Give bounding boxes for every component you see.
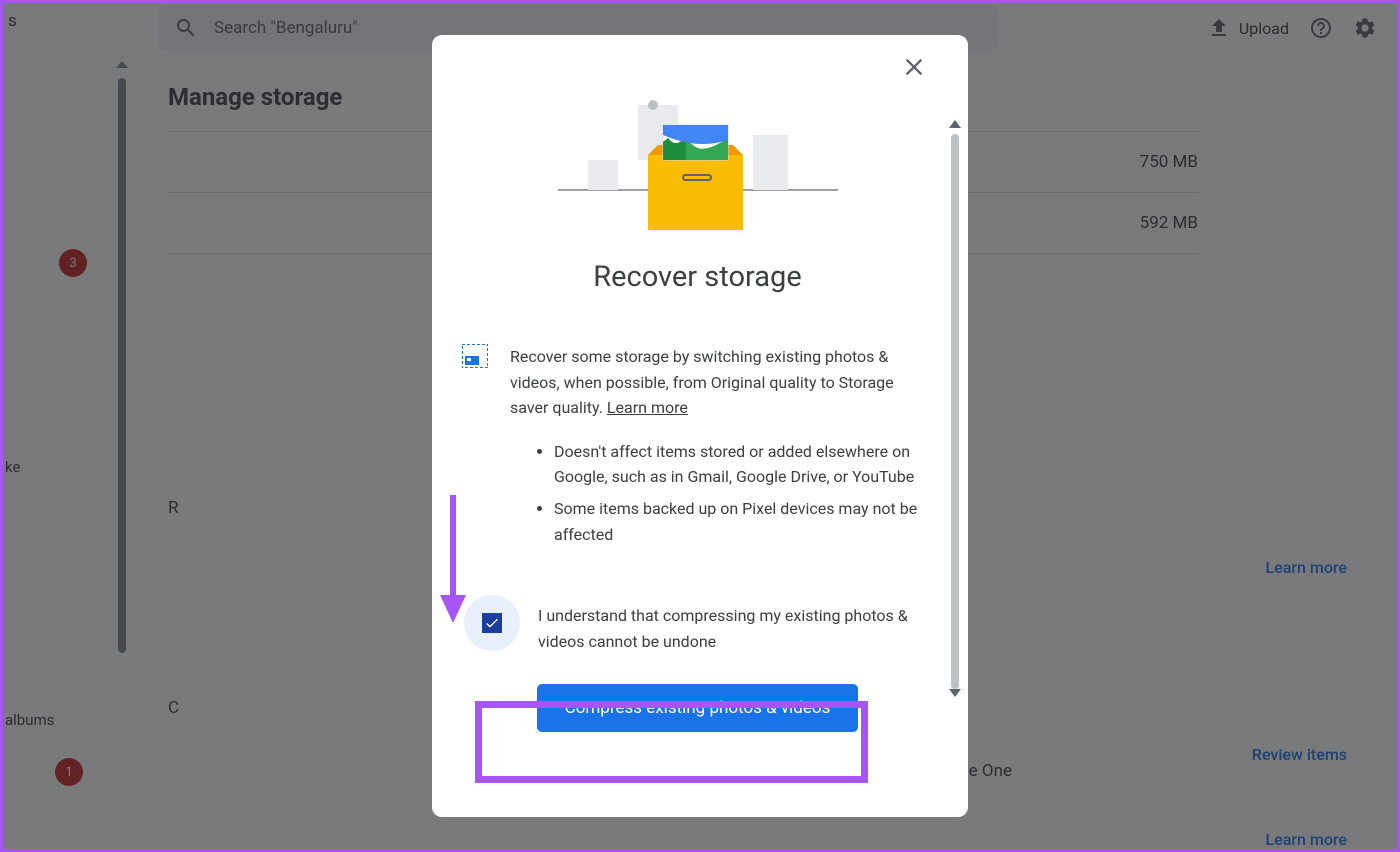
- storage-illustration: [462, 100, 933, 230]
- bullet-2: Some items backed up on Pixel devices ma…: [554, 496, 933, 547]
- checkmark-icon: [484, 615, 500, 631]
- modal-overlay: Recover storage Recover some storage by …: [3, 3, 1397, 849]
- bullet-1: Doesn't affect items stored or added els…: [554, 439, 933, 490]
- modal-scrollbar[interactable]: [948, 120, 962, 697]
- recover-storage-modal: Recover storage Recover some storage by …: [432, 35, 968, 817]
- compress-button[interactable]: Compress existing photos & videos: [537, 684, 859, 732]
- info-text: Recover some storage by switching existi…: [510, 344, 933, 421]
- close-icon: [900, 53, 928, 81]
- checkbox-label: I understand that compressing my existin…: [538, 595, 933, 654]
- info-row: Recover some storage by switching existi…: [462, 344, 933, 421]
- confirm-checkbox[interactable]: [464, 595, 520, 651]
- close-button[interactable]: [900, 53, 928, 81]
- learn-more-link[interactable]: Learn more: [607, 398, 688, 417]
- image-quality-icon: [462, 344, 488, 368]
- arrow-annotation: [438, 495, 468, 629]
- bullet-list: Doesn't affect items stored or added els…: [554, 439, 933, 547]
- modal-title: Recover storage: [462, 260, 933, 294]
- confirm-checkbox-row: I understand that compressing my existin…: [462, 595, 933, 654]
